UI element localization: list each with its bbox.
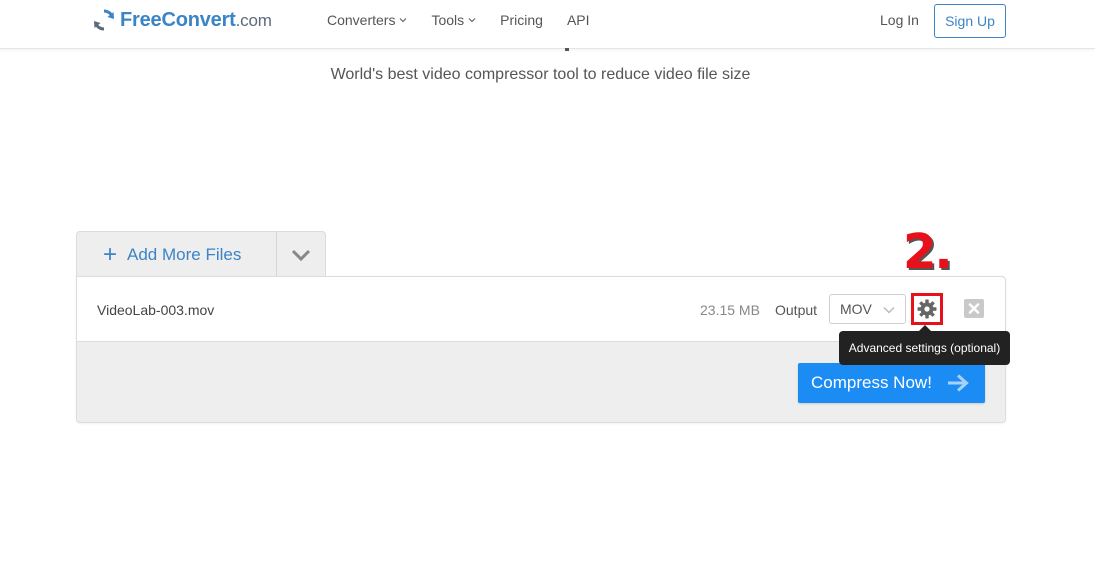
nav-pricing[interactable]: Pricing (500, 12, 543, 28)
page-subtitle: World's best video compressor tool to re… (330, 66, 751, 83)
logo-text: FreeConvert.com (120, 8, 272, 31)
plus-icon: + (103, 240, 118, 268)
advanced-settings-button[interactable] (911, 293, 943, 325)
remove-file-button[interactable] (964, 299, 984, 318)
compress-now-button[interactable]: Compress Now! (798, 363, 985, 403)
close-icon (964, 299, 984, 318)
add-files-dropdown-toggle[interactable] (277, 232, 325, 277)
file-size: 23.15 MB (700, 302, 760, 318)
chevron-down-icon (468, 18, 476, 23)
chevron-down-icon (400, 18, 407, 23)
advanced-settings-tooltip: Advanced settings (optional) (839, 331, 1010, 365)
chevron-down-icon (883, 306, 895, 314)
output-format-select[interactable]: MOV (829, 294, 906, 324)
nav-api[interactable]: API (567, 12, 590, 28)
nav-tools[interactable]: Tools (431, 12, 476, 28)
arrow-right-icon (948, 374, 969, 392)
nav-converters[interactable]: Converters (327, 12, 407, 28)
output-label: Output (775, 302, 818, 318)
step-annotation: 2. (903, 224, 953, 280)
add-files-tab: + Add More Files (76, 231, 326, 277)
add-more-files-button[interactable]: + Add More Files (77, 232, 276, 277)
signup-button[interactable]: Sign Up (934, 4, 1006, 38)
file-name: VideoLab-003.mov (97, 302, 215, 318)
refresh-arrows-icon (94, 9, 114, 31)
main-nav: Converters Tools Pricing API (327, 12, 614, 28)
top-header: FreeConvert.com Converters Tools Pricing… (0, 0, 1095, 49)
gear-icon (917, 299, 937, 319)
freeconvert-logo[interactable]: FreeConvert.com (92, 6, 272, 34)
chevron-down-icon (291, 249, 311, 261)
page-title-fragment (565, 48, 569, 51)
login-link[interactable]: Log In (880, 12, 919, 28)
